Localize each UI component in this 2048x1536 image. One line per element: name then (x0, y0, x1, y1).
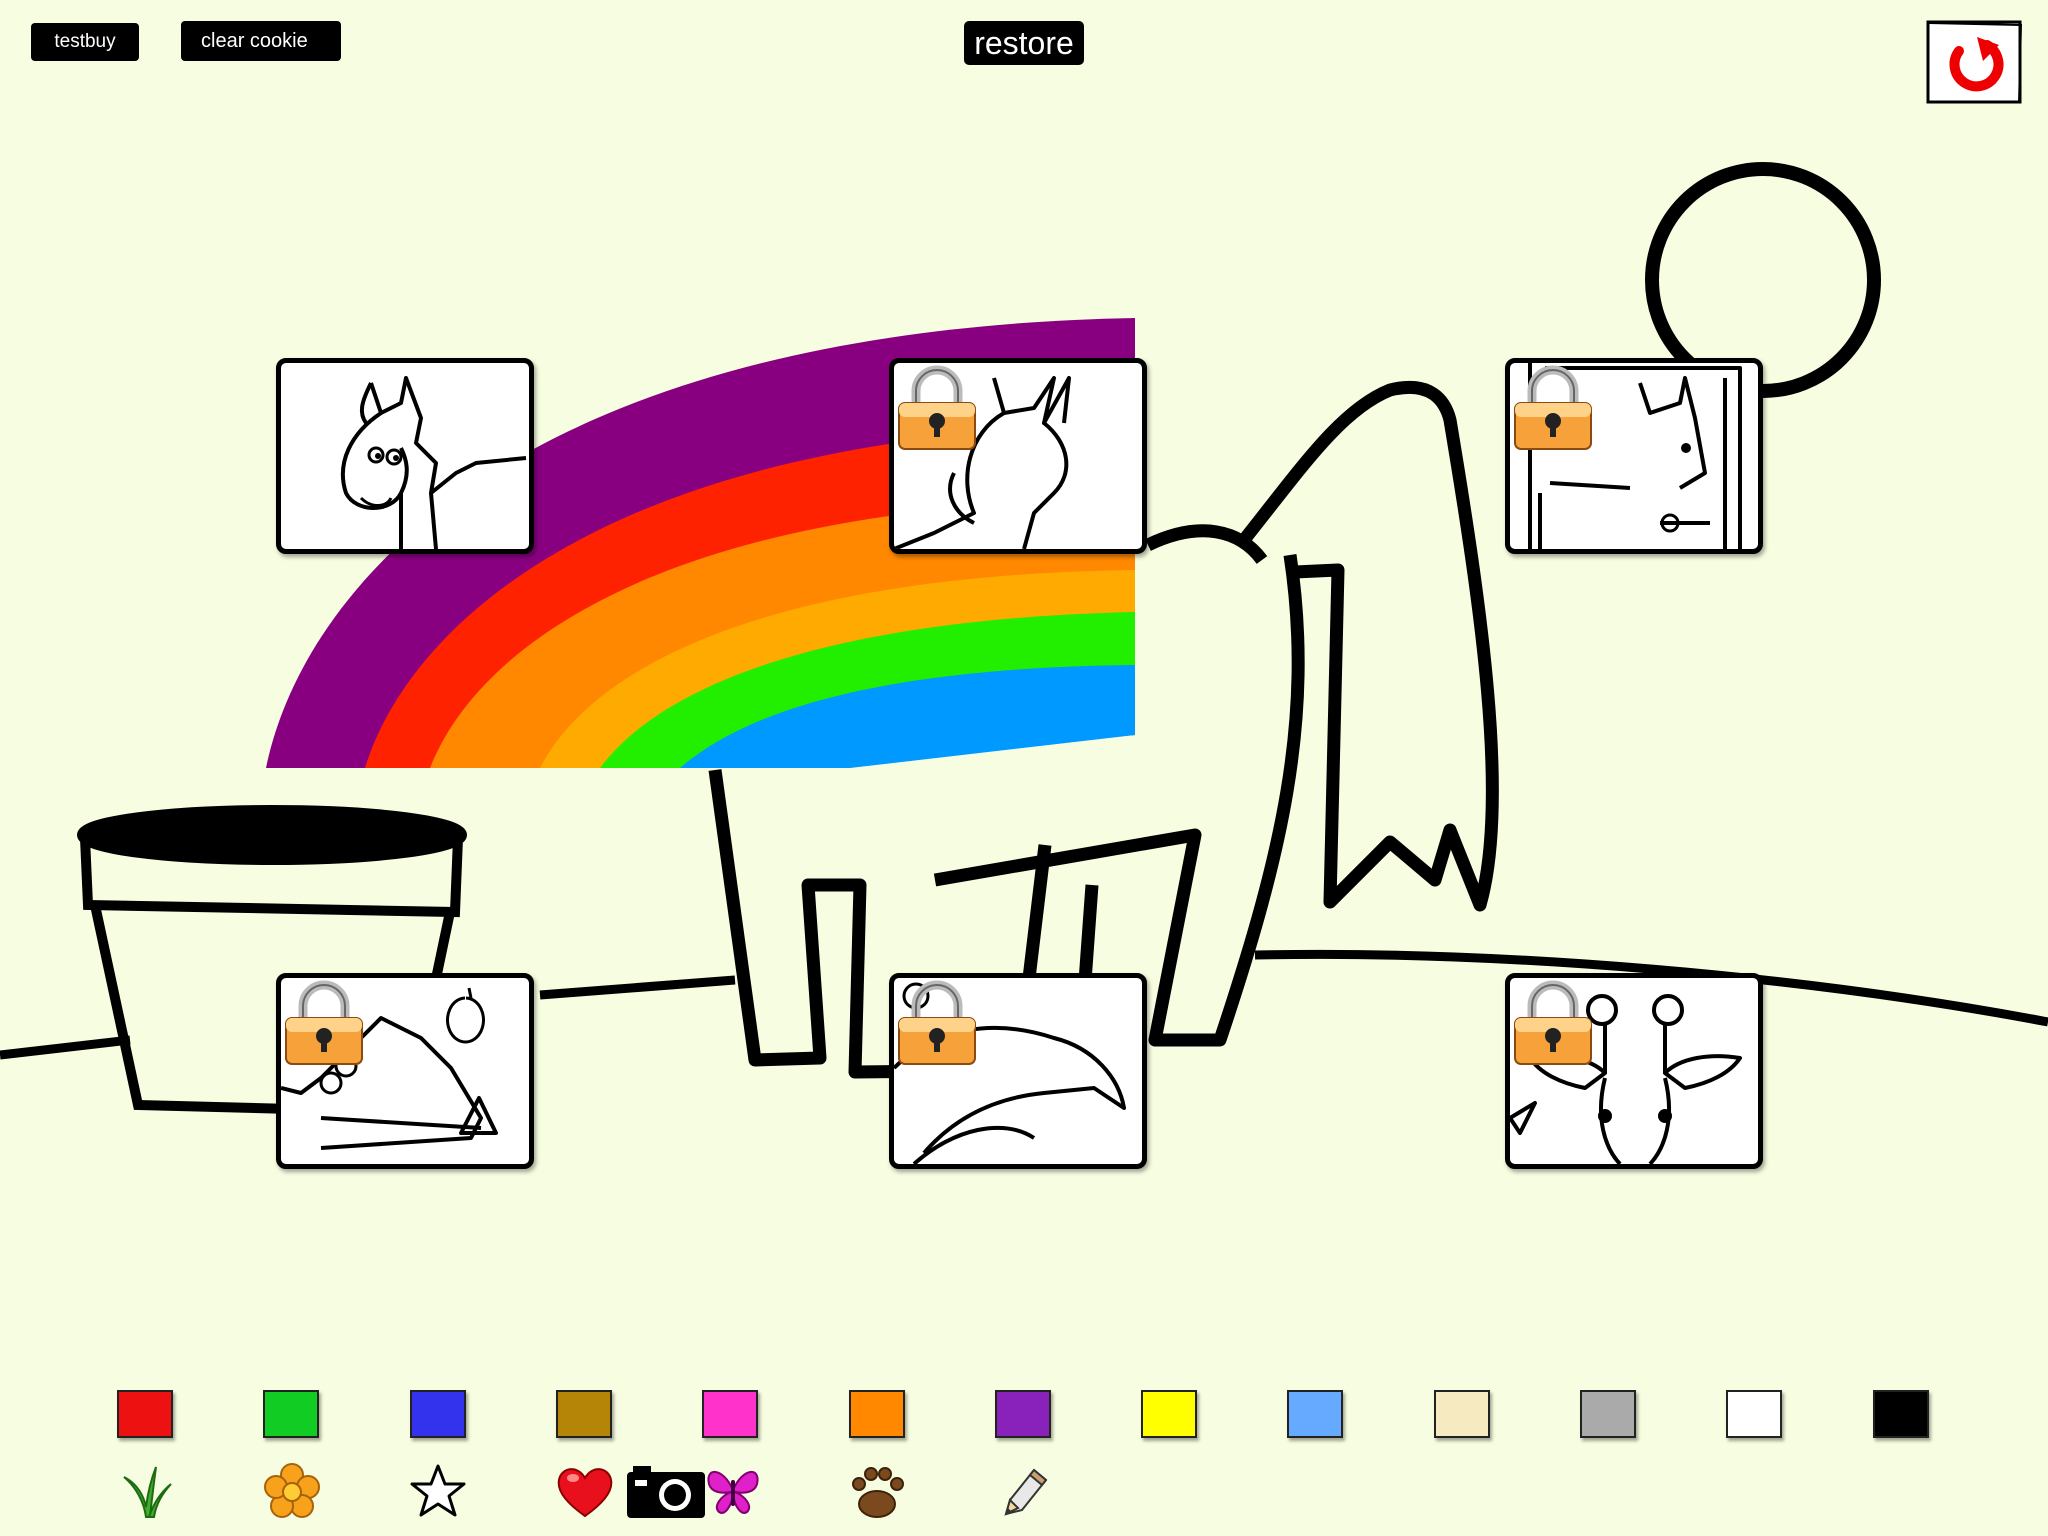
flower-stamp-icon (264, 1463, 320, 1518)
color-swatch-10[interactable] (1434, 1390, 1490, 1438)
color-swatch-5[interactable] (702, 1390, 758, 1438)
color-swatch-9[interactable] (1287, 1390, 1343, 1438)
undo-icon (1926, 20, 2023, 104)
color-swatch-12[interactable] (1726, 1390, 1782, 1438)
flower-stamp-button[interactable] (262, 1462, 322, 1520)
camera-button[interactable] (625, 1462, 707, 1520)
paw-stamp-button[interactable] (847, 1462, 907, 1520)
testbuy-button[interactable]: testbuy (31, 23, 139, 61)
butterfly-stamp-button[interactable] (703, 1462, 763, 1520)
page-card-giraffe[interactable] (1505, 973, 1763, 1169)
butterfly-stamp-icon (707, 1471, 759, 1514)
page-card-dolphin[interactable] (889, 973, 1147, 1169)
drawing-canvas[interactable] (0, 0, 2048, 1536)
paw-stamp-icon (852, 1467, 904, 1518)
color-palette (0, 1385, 2048, 1445)
page-card-horse-stable[interactable] (1505, 358, 1763, 554)
lock-icon (1514, 365, 1592, 450)
grass-stamp-icon (123, 1466, 172, 1518)
heart-stamp-button[interactable] (555, 1462, 615, 1520)
page-card-unicorn[interactable] (889, 358, 1147, 554)
pencil-icon (1004, 1468, 1048, 1516)
star-stamp-icon (410, 1464, 466, 1517)
lock-icon (1514, 980, 1592, 1065)
color-swatch-1[interactable] (117, 1390, 173, 1438)
lock-icon (898, 365, 976, 450)
color-swatch-8[interactable] (1141, 1390, 1197, 1438)
grass-stamp-button[interactable] (116, 1462, 176, 1520)
star-stamp-button[interactable] (408, 1462, 468, 1520)
color-swatch-3[interactable] (410, 1390, 466, 1438)
lock-icon (898, 980, 976, 1065)
color-swatch-11[interactable] (1580, 1390, 1636, 1438)
camera-icon (627, 1466, 705, 1518)
color-swatch-6[interactable] (849, 1390, 905, 1438)
undo-button[interactable] (1925, 19, 2025, 107)
restore-button[interactable]: restore (964, 21, 1084, 65)
horse-thumbnail (340, 376, 527, 549)
clear-cookie-button[interactable]: clear cookie (181, 21, 341, 61)
color-swatch-7[interactable] (995, 1390, 1051, 1438)
page-card-crocodile[interactable] (276, 973, 534, 1169)
color-swatch-13[interactable] (1873, 1390, 1929, 1438)
page-card-horse[interactable] (276, 358, 534, 554)
color-swatch-4[interactable] (556, 1390, 612, 1438)
color-swatch-2[interactable] (263, 1390, 319, 1438)
pencil-button[interactable] (994, 1462, 1054, 1520)
lock-icon (285, 980, 363, 1065)
heart-stamp-icon (557, 1468, 613, 1518)
